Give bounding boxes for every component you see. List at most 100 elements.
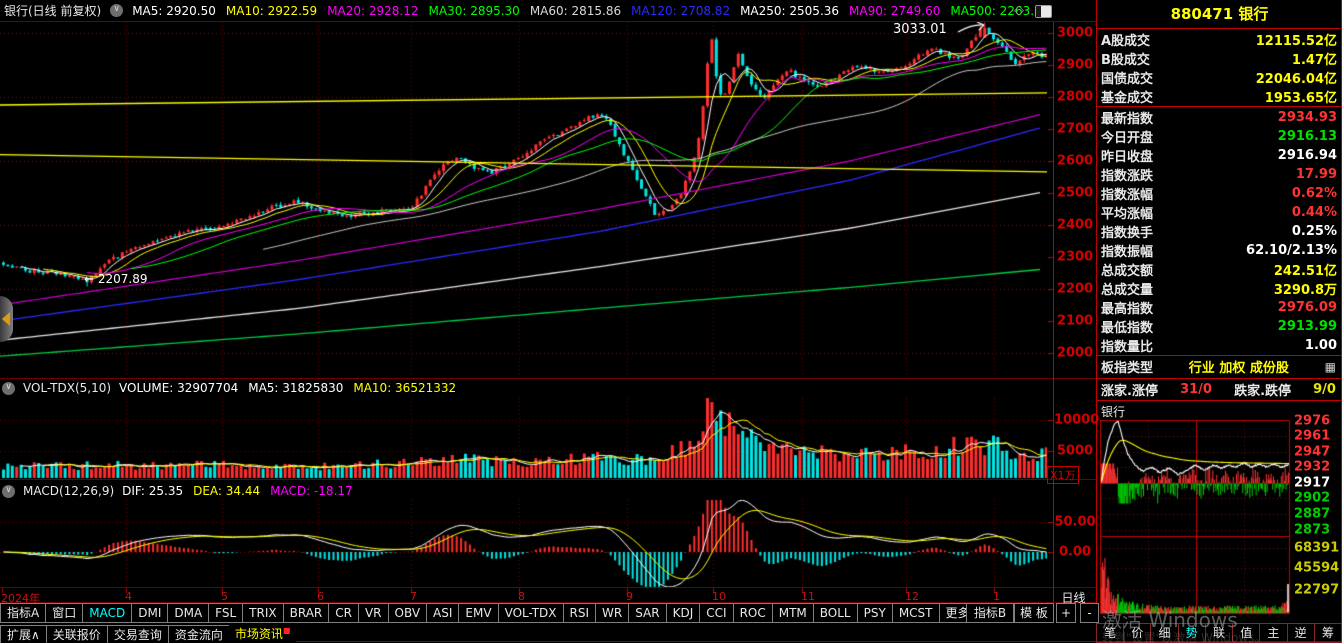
price-tick-label: 2400 — [1054, 218, 1096, 233]
date-tick-label: 10 — [712, 590, 726, 603]
bottom-tab[interactable]: 资金流向 — [168, 625, 230, 643]
quote-row: 总成交额242.51亿 — [1097, 260, 1342, 279]
indicator-tab-brar[interactable]: BRAR — [283, 603, 330, 623]
collapse-chevron-icon[interactable]: ∨ — [110, 4, 123, 17]
macd-values: DIF: 25.35DEA: 34.44MACD: -18.17 — [122, 484, 353, 498]
macd-tick-label: 50.00 — [1054, 515, 1096, 530]
indicator-tab-vol-tdx[interactable]: VOL-TDX — [498, 603, 564, 623]
quote-row: 今日开盘2916.13 — [1097, 127, 1342, 146]
price-tick-label: 2000 — [1054, 346, 1096, 361]
panel-layout-icon[interactable] — [1035, 5, 1052, 18]
indicator-tab-psy[interactable]: PSY — [857, 603, 893, 623]
date-tick-label: 9 — [626, 590, 633, 603]
bottom-tab[interactable]: 关联报价 — [46, 625, 108, 643]
indicator-tab-vr[interactable]: VR — [358, 603, 389, 623]
indicator-tab-dmi[interactable]: DMI — [131, 603, 168, 623]
diamond-icon[interactable]: ◇ — [1014, 3, 1024, 18]
quote-row: B股成交1.47亿 — [1097, 49, 1342, 68]
board-type-row[interactable]: 板指类型 行业 加权 成份股 ▦ — [1097, 357, 1341, 376]
quote-value: 2976.09 — [1278, 300, 1337, 315]
quote-row: 昨日收盘2916.94 — [1097, 146, 1342, 165]
vol-panel-header: ∨ VOL-TDX(5,10) VOLUME: 32907704MA5: 318… — [2, 381, 456, 395]
indicator-tab-cci[interactable]: CCI — [699, 603, 733, 623]
date-tick-label: 7 — [410, 590, 417, 603]
indicator-tab-mcst[interactable]: MCST — [892, 603, 940, 623]
panel-value: DIF: 25.35 — [122, 484, 183, 498]
macd-collapse-icon[interactable]: ∨ — [2, 485, 15, 498]
indicator-tab-wr[interactable]: WR — [595, 603, 629, 623]
quote-value: 2913.99 — [1278, 319, 1337, 334]
indicator-tab-sar[interactable]: SAR — [628, 603, 666, 623]
indicator-extra-模 板[interactable]: 模 板 — [1014, 603, 1054, 623]
ma-value: MA120: 2708.82 — [631, 4, 730, 18]
indicator-tab-mtm[interactable]: MTM — [772, 603, 814, 623]
arrow-left-icon — [2, 312, 10, 326]
panel-value: DEA: 34.44 — [193, 484, 260, 498]
price-tick-label: 2300 — [1054, 250, 1096, 265]
date-tick-label: 4 — [125, 590, 132, 603]
mini-tab-筹[interactable]: 筹 — [1314, 623, 1342, 643]
indicator-tab-macd[interactable]: MACD — [82, 603, 132, 623]
indicator-tab-dma[interactable]: DMA — [167, 603, 209, 623]
quote-value: 1.00 — [1305, 338, 1337, 353]
quote-value: 12115.52亿 — [1256, 30, 1337, 49]
quote-row: 总成交量3290.8万 — [1097, 279, 1342, 298]
quote-label: 指数涨跌 — [1101, 165, 1153, 184]
quote-value: 0.62% — [1292, 186, 1337, 201]
indicator-tab-窗口[interactable]: 窗口 — [45, 603, 83, 623]
indicator-tab-obv[interactable]: OBV — [388, 603, 428, 623]
vol-title: VOL-TDX(5,10) — [23, 381, 111, 395]
quote-label: 指数涨幅 — [1101, 184, 1153, 203]
indicator-tab-emv[interactable]: EMV — [458, 603, 498, 623]
bottom-tab[interactable]: 交易查询 — [107, 625, 169, 643]
indicator-tab-boll[interactable]: BOLL — [813, 603, 858, 623]
vol-collapse-icon[interactable]: ∨ — [2, 382, 15, 395]
indicator-tab-cr[interactable]: CR — [328, 603, 359, 623]
quote-label: 国债成交 — [1101, 68, 1153, 87]
decliners-value: 9/0 — [1313, 382, 1336, 397]
news-alert-icon: ■ — [283, 626, 291, 635]
indicator-tab-kdj[interactable]: KDJ — [666, 603, 701, 623]
turnover-rows: A股成交12115.52亿B股成交1.47亿国债成交22046.04亿基金成交1… — [1097, 30, 1342, 106]
quote-value: 2916.13 — [1278, 129, 1337, 144]
sidebar-expand-handle[interactable] — [0, 296, 13, 342]
chart-title: 银行(日线 前复权) — [4, 2, 101, 19]
indicator-extra--[interactable]: - — [1080, 603, 1099, 623]
panel-value: MA5: 31825830 — [248, 381, 343, 395]
quote-value: 22046.04亿 — [1256, 68, 1337, 87]
indicator-tab-指标a[interactable]: 指标A — [0, 603, 46, 623]
vol-unit-label: X1万 — [1047, 466, 1079, 484]
indicator-tab-trix[interactable]: TRIX — [242, 603, 283, 623]
grid-icon[interactable]: ▦ — [1325, 360, 1336, 374]
bottom-tab[interactable]: 市场资讯■ — [229, 625, 297, 643]
ma-values: MA5: 2920.50MA10: 2922.59MA20: 2928.12MA… — [132, 4, 1049, 18]
indicator-tab-rsi[interactable]: RSI — [563, 603, 597, 623]
price-tick-label: 2900 — [1054, 58, 1096, 73]
mini-tick-label: 2873 — [1294, 523, 1330, 538]
price-tick-label: 2100 — [1054, 314, 1096, 329]
indicator-tab-asi[interactable]: ASI — [426, 603, 459, 623]
price-tick-label: 2700 — [1054, 122, 1096, 137]
mini-tick-label: 2961 — [1294, 429, 1330, 444]
macd-panel-header: ∨ MACD(12,26,9) DIF: 25.35DEA: 34.44MACD… — [2, 484, 353, 498]
indicator-extra-指标B[interactable]: 指标B — [966, 603, 1014, 623]
panel-value: MA10: 36521332 — [353, 381, 456, 395]
date-tick-label: 11 — [801, 590, 815, 603]
quote-label: 指数量比 — [1101, 336, 1153, 355]
indicator-extra-+[interactable]: + — [1056, 603, 1076, 623]
peak-annotation: 3033.01 — [893, 22, 947, 37]
quote-label: 总成交量 — [1101, 279, 1153, 298]
ma-value: MA30: 2895.30 — [429, 4, 520, 18]
stock-code-title[interactable]: 880471 银行 — [1097, 0, 1342, 28]
indicator-tab-roc[interactable]: ROC — [733, 603, 773, 623]
index-rows: 最新指数2934.93今日开盘2916.13昨日收盘2916.94指数涨跌17.… — [1097, 108, 1342, 355]
date-tick-label: 1 — [993, 590, 1000, 603]
ma-value: MA10: 2922.59 — [226, 4, 317, 18]
quote-label: 最新指数 — [1101, 108, 1153, 127]
mini-tick-label: 2887 — [1294, 507, 1330, 522]
windows-activation-watermark-sub: 转到"设置"以激活 Windows。 — [1102, 629, 1266, 643]
bottom-tab[interactable]: 扩展∧ — [0, 625, 47, 643]
mini-chart-title: 银行 — [1101, 403, 1125, 420]
indicator-tab-fsl[interactable]: FSL — [208, 603, 243, 623]
mini-tab-逆[interactable]: 逆 — [1287, 623, 1315, 643]
